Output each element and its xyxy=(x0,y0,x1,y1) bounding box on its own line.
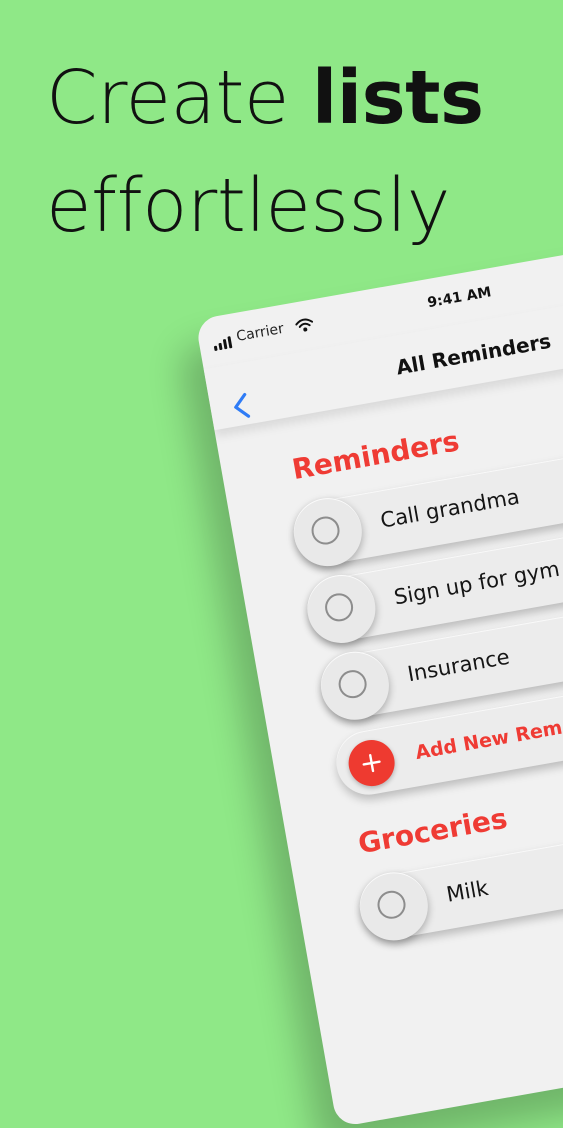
carrier-label: Carrier xyxy=(235,320,286,345)
circle-icon xyxy=(322,591,356,624)
signal-icon xyxy=(213,336,233,352)
grocery-label: Milk xyxy=(444,875,491,907)
headline-line1-prefix: Create xyxy=(46,55,312,141)
reminder-label: Insurance xyxy=(405,644,512,687)
circle-icon xyxy=(375,888,408,921)
plus-icon[interactable] xyxy=(344,736,399,790)
complete-toggle-button[interactable] xyxy=(302,569,381,649)
reminder-label: Call grandma xyxy=(378,484,522,533)
chevron-left-icon[interactable] xyxy=(226,389,257,423)
circle-icon xyxy=(336,667,369,701)
phone-screen: Carrier 9:41 AM All Reminders Reminders … xyxy=(195,243,563,1128)
reminder-label: Sign up for gym xyxy=(392,556,562,610)
headline-line1-bold: lists xyxy=(311,55,484,141)
headline-line2: effortlessly xyxy=(46,163,450,249)
headline: Create lists effortlessly xyxy=(46,44,484,260)
section-title-reminders: Reminders xyxy=(289,424,462,487)
complete-toggle-button[interactable] xyxy=(288,492,368,572)
add-new-reminder-label: Add New Rem xyxy=(413,716,563,765)
complete-toggle-button[interactable] xyxy=(315,646,395,726)
status-time: 9:41 AM xyxy=(426,284,493,312)
circle-icon xyxy=(309,514,342,547)
complete-toggle-button[interactable] xyxy=(354,866,434,946)
section-title-groceries: Groceries xyxy=(355,801,510,861)
nav-title: All Reminders xyxy=(394,328,553,380)
wifi-icon xyxy=(295,318,314,332)
